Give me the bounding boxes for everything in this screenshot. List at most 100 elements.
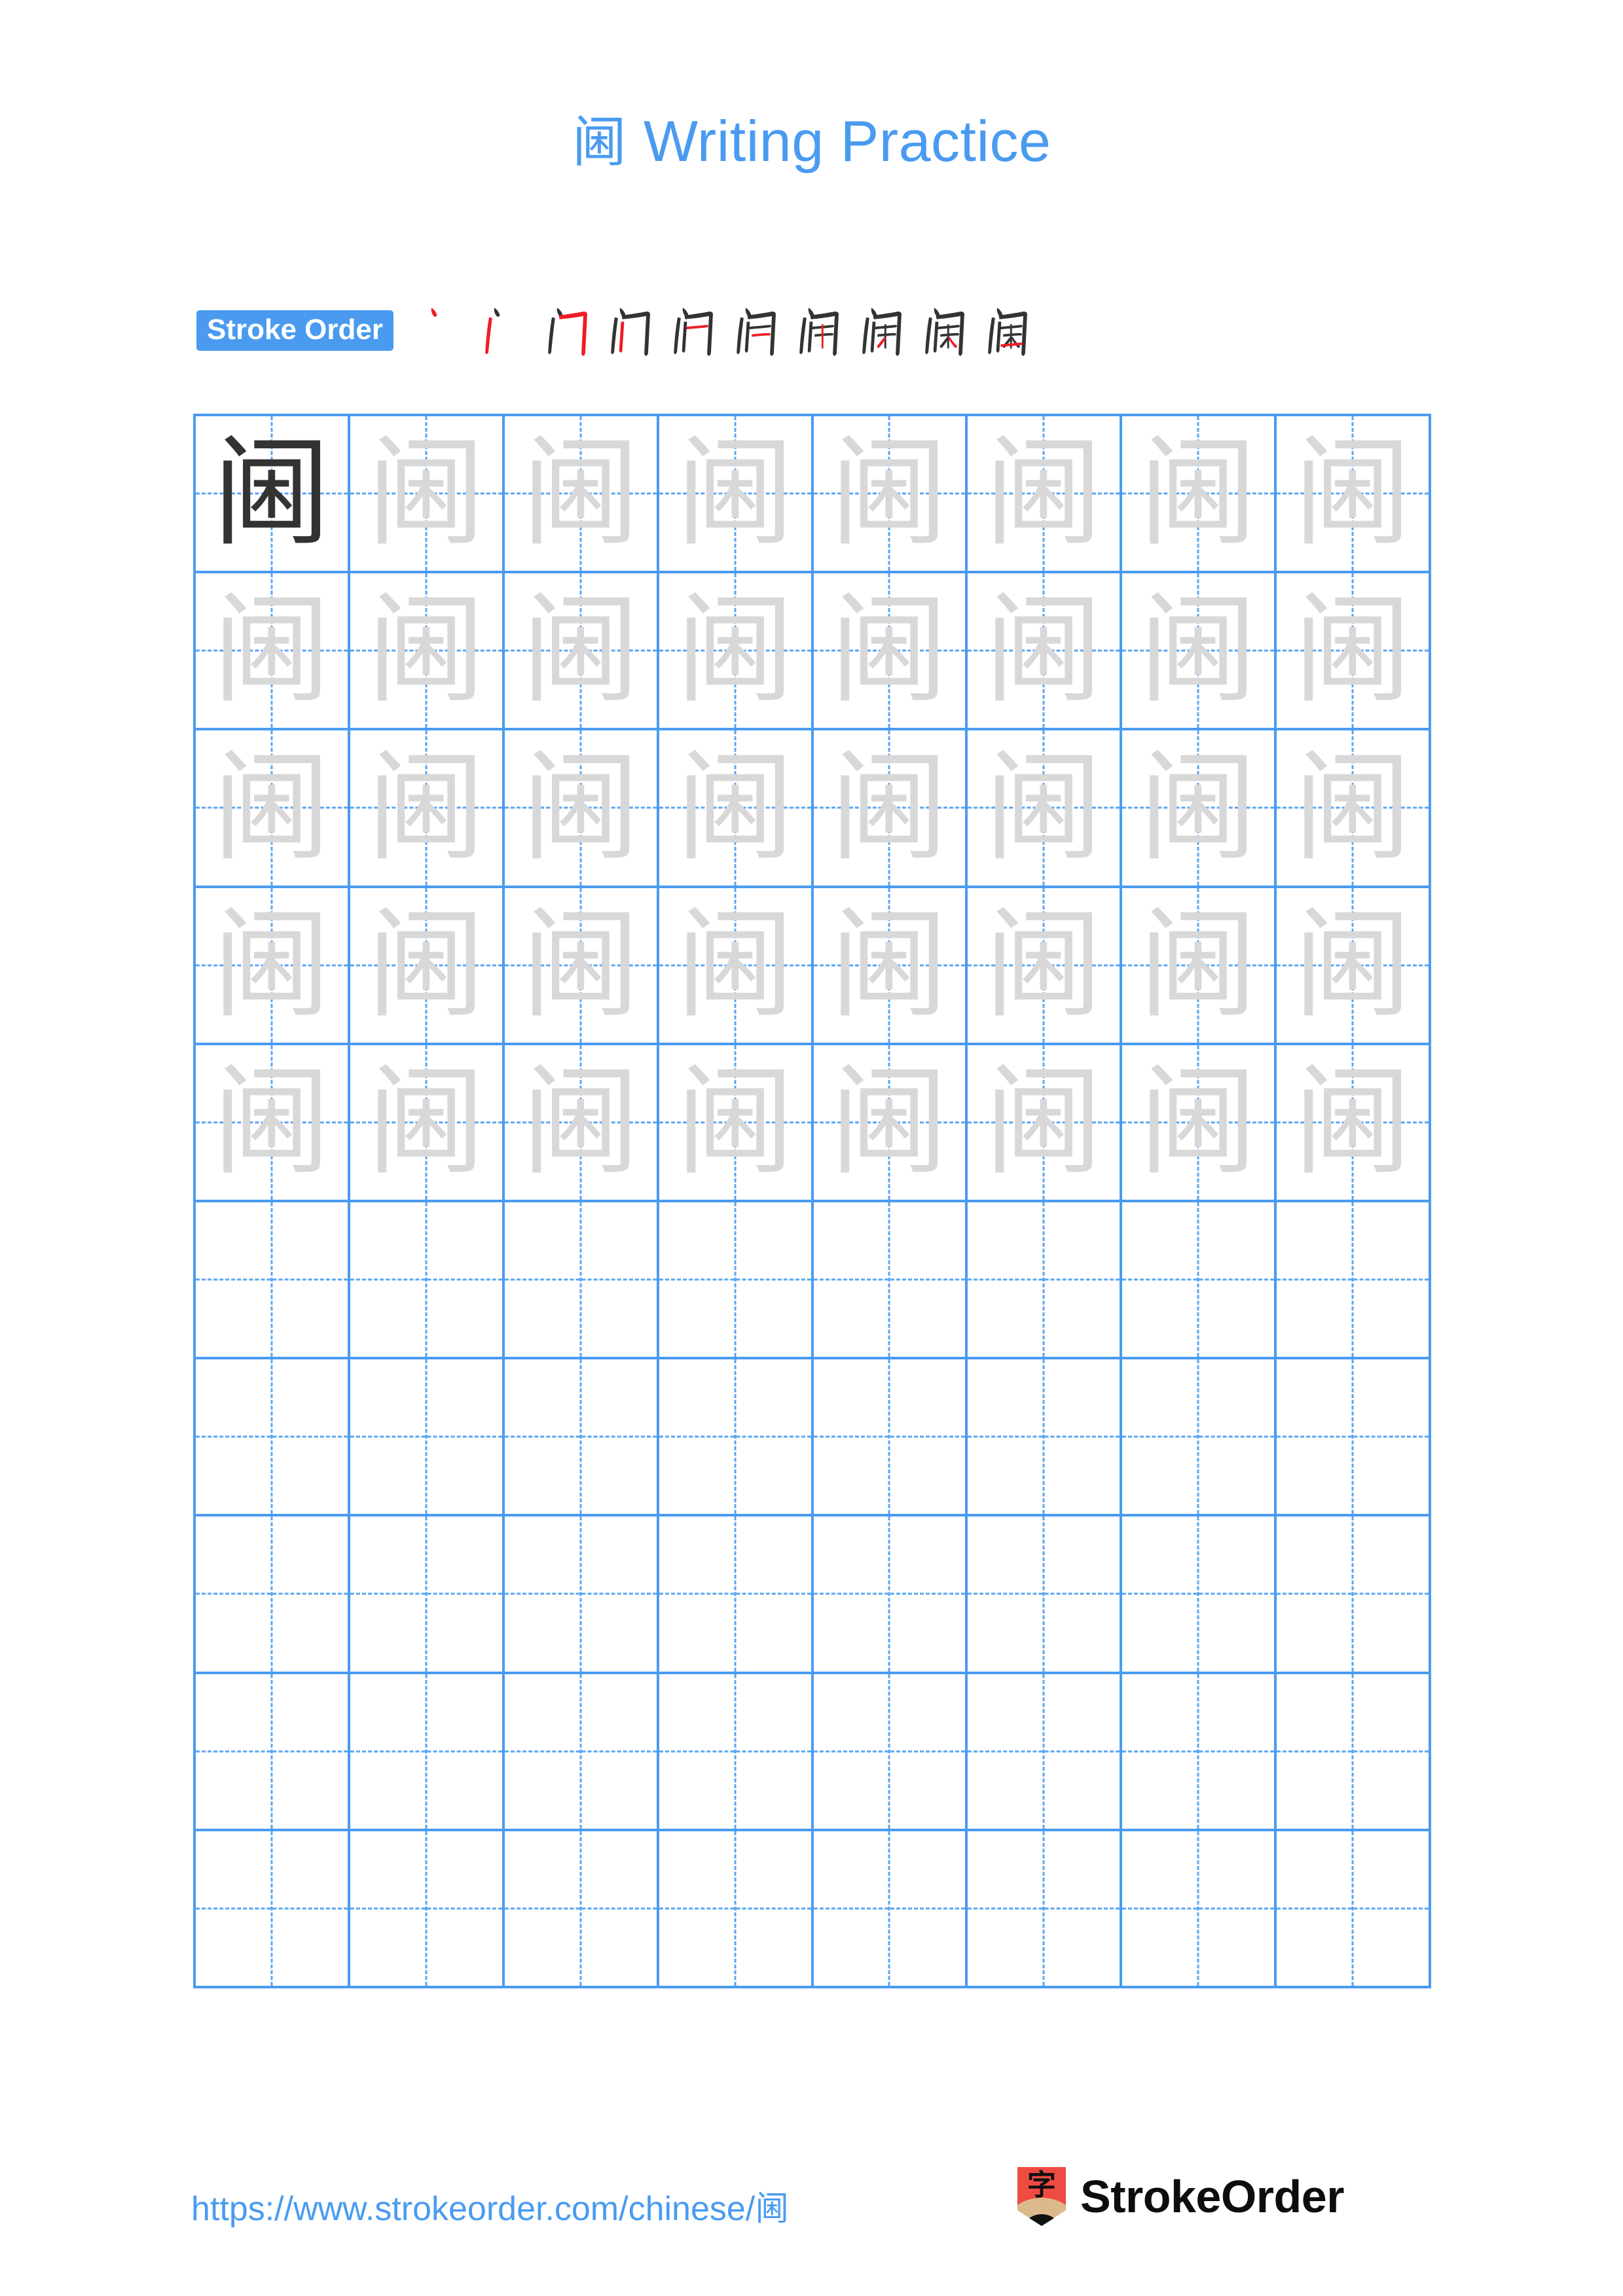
practice-cell[interactable]: [659, 1516, 814, 1674]
practice-cell[interactable]: [504, 1831, 659, 1988]
trace-character: 阃: [1122, 1045, 1274, 1200]
practice-cell[interactable]: 阃: [968, 416, 1123, 574]
practice-cell[interactable]: [350, 1516, 505, 1674]
practice-cell[interactable]: 阃: [196, 730, 350, 888]
practice-cell[interactable]: [968, 1674, 1123, 1831]
practice-cell[interactable]: 阃: [504, 573, 659, 731]
practice-cell[interactable]: 阃: [1122, 888, 1277, 1045]
practice-cell[interactable]: 阃: [813, 416, 968, 574]
practice-cell[interactable]: 阃: [196, 888, 350, 1045]
practice-cell[interactable]: [504, 1674, 659, 1831]
practice-cell[interactable]: [968, 1831, 1123, 1988]
practice-cell[interactable]: 阃: [1277, 888, 1431, 1045]
practice-cell[interactable]: [504, 1516, 659, 1674]
practice-cell[interactable]: 阃: [659, 1045, 814, 1202]
practice-cell[interactable]: 阃: [1277, 416, 1431, 574]
practice-cell[interactable]: [196, 1831, 350, 1988]
practice-cell[interactable]: 阃: [350, 573, 505, 731]
stroke-order-step-8: [850, 299, 913, 362]
svg-text:阃: 阃: [212, 587, 332, 714]
guide-line-horizontal: [196, 1592, 348, 1595]
practice-cell[interactable]: 阃: [350, 416, 505, 574]
practice-cell[interactable]: 阃: [504, 1045, 659, 1202]
stroke-order-step-5: [662, 299, 725, 362]
practice-cell[interactable]: [659, 1202, 814, 1360]
practice-cell[interactable]: 阃: [1122, 1045, 1277, 1202]
footer-url[interactable]: https://www.strokeorder.com/chinese/阃: [191, 2181, 789, 2230]
practice-cell[interactable]: [196, 1359, 350, 1517]
svg-text:阃: 阃: [830, 745, 949, 872]
practice-cell[interactable]: 阃: [968, 730, 1123, 888]
practice-cell[interactable]: [504, 1202, 659, 1360]
practice-cell[interactable]: [968, 1359, 1123, 1517]
practice-cell[interactable]: [1122, 1674, 1277, 1831]
practice-cell[interactable]: [350, 1202, 505, 1360]
practice-cell[interactable]: 阃: [1122, 573, 1277, 731]
practice-cell[interactable]: 阃: [196, 1045, 350, 1202]
practice-cell[interactable]: [1122, 1516, 1277, 1674]
practice-cell[interactable]: 阃: [504, 730, 659, 888]
practice-cell[interactable]: 阃: [813, 573, 968, 731]
trace-character: 阃: [659, 730, 811, 885]
practice-cell[interactable]: [659, 1359, 814, 1517]
practice-cell[interactable]: 阃: [350, 1045, 505, 1202]
practice-cell[interactable]: 阃: [1122, 730, 1277, 888]
practice-cell[interactable]: 阃: [196, 573, 350, 731]
practice-cell[interactable]: [504, 1359, 659, 1517]
practice-cell[interactable]: [968, 1516, 1123, 1674]
practice-cell[interactable]: 阃: [659, 573, 814, 731]
practice-cell[interactable]: 阃: [350, 730, 505, 888]
practice-cell[interactable]: [196, 1202, 350, 1360]
practice-cell[interactable]: [813, 1359, 968, 1517]
footer-logo[interactable]: 字 StrokeOrder: [1017, 2165, 1344, 2228]
practice-cell[interactable]: 阃: [659, 730, 814, 888]
practice-cell[interactable]: [813, 1516, 968, 1674]
practice-cell[interactable]: 阃: [1122, 416, 1277, 574]
practice-cell[interactable]: 阃: [968, 888, 1123, 1045]
practice-cell[interactable]: [1277, 1516, 1431, 1674]
practice-cell[interactable]: [350, 1831, 505, 1988]
practice-cell[interactable]: 阃: [659, 416, 814, 574]
trace-character: 阃: [814, 888, 966, 1043]
practice-cell[interactable]: [659, 1674, 814, 1831]
practice-cell[interactable]: 阃: [968, 1045, 1123, 1202]
practice-cell[interactable]: 阃: [1277, 730, 1431, 888]
practice-cell[interactable]: [813, 1674, 968, 1831]
practice-cell[interactable]: [350, 1674, 505, 1831]
practice-cell[interactable]: 阃: [813, 888, 968, 1045]
practice-cell[interactable]: 阃: [504, 416, 659, 574]
guide-line-horizontal: [813, 1907, 966, 1910]
guide-line-horizontal: [813, 1435, 966, 1438]
practice-cell[interactable]: [1122, 1831, 1277, 1988]
practice-cell[interactable]: 阃: [196, 416, 350, 574]
practice-cell[interactable]: 阃: [968, 573, 1123, 731]
practice-cell[interactable]: 阃: [1277, 573, 1431, 731]
practice-cell[interactable]: 阃: [813, 730, 968, 888]
practice-cell[interactable]: [968, 1202, 1123, 1360]
practice-cell[interactable]: [813, 1831, 968, 1988]
practice-cell[interactable]: [1277, 1202, 1431, 1360]
svg-text:阃: 阃: [984, 587, 1104, 714]
practice-cell[interactable]: [196, 1674, 350, 1831]
practice-cell[interactable]: [1277, 1359, 1431, 1517]
practice-cell[interactable]: [1277, 1831, 1431, 1988]
guide-line-horizontal: [504, 1592, 657, 1595]
practice-cell[interactable]: 阃: [813, 1045, 968, 1202]
guide-line-horizontal: [813, 1750, 966, 1753]
practice-cell[interactable]: [1277, 1674, 1431, 1831]
practice-cell[interactable]: [659, 1831, 814, 1988]
practice-cell[interactable]: [813, 1202, 968, 1360]
practice-cell[interactable]: [1122, 1359, 1277, 1517]
practice-cell[interactable]: 阃: [350, 888, 505, 1045]
svg-text:阃: 阃: [212, 902, 332, 1029]
practice-cell[interactable]: 阃: [504, 888, 659, 1045]
practice-grid: 阃阃阃阃阃阃阃阃阃阃阃阃阃阃阃阃阃阃阃阃阃阃阃阃阃阃阃阃阃阃阃阃阃阃阃阃阃阃阃阃: [193, 414, 1431, 1988]
guide-line-horizontal: [968, 1907, 1120, 1910]
practice-cell[interactable]: 阃: [1277, 1045, 1431, 1202]
practice-cell[interactable]: 阃: [659, 888, 814, 1045]
practice-cell[interactable]: [196, 1516, 350, 1674]
guide-line-horizontal: [1277, 1435, 1429, 1438]
practice-cell[interactable]: [1122, 1202, 1277, 1360]
practice-cell[interactable]: [350, 1359, 505, 1517]
guide-line-horizontal: [1122, 1907, 1275, 1910]
